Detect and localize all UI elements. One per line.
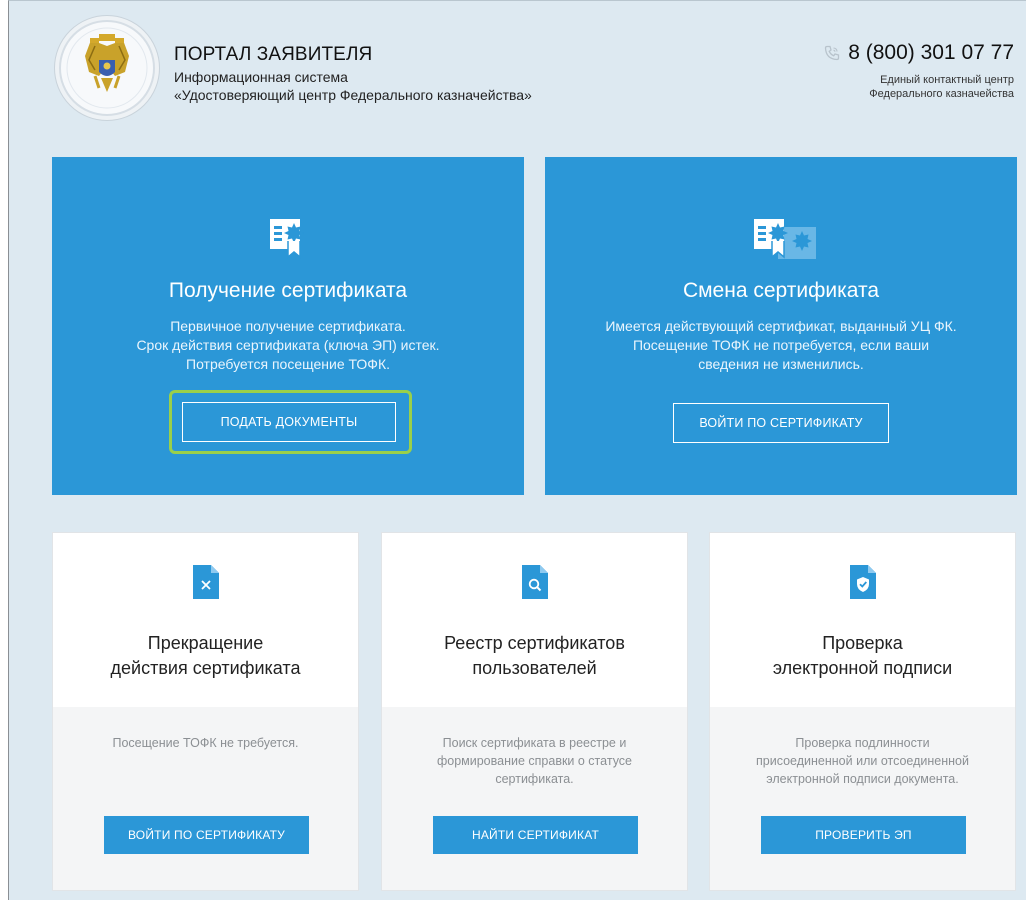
title-line: пользователей (472, 658, 597, 678)
contact-center-label: Единый контактный центр (880, 74, 1014, 86)
description-line: Поиск сертификата в реестре и (442, 736, 627, 750)
title-line: электронной подписи (772, 658, 953, 678)
contact-block: 8 (800) 301 07 77 Единый контактный цент… (824, 41, 1014, 101)
find-certificate-button[interactable]: НАЙТИ СЕРТИФИКАТ (433, 816, 638, 854)
description-line: формирование справки о статусе (436, 754, 633, 768)
revoke-certificate-description: Посещение ТОФК не требуется. (67, 734, 344, 752)
portal-title: ПОРТАЛ ЗАЯВИТЕЛЯ (174, 44, 373, 65)
description-line: Срок действия сертификата (ключа ЭП) ист… (136, 337, 440, 353)
verify-signature-description: Проверка подлинности присоединенной или … (724, 734, 1001, 788)
description-line: Потребуется посещение ТОФК. (186, 356, 390, 372)
revoke-certificate-title: Прекращение действия сертификата (53, 631, 358, 681)
description-line: Посещение ТОФК не потребуется, если ваши (632, 337, 930, 353)
obtain-certificate-description: Первичное получение сертификата. Срок де… (72, 317, 504, 374)
phone-icon (824, 45, 840, 61)
verify-signature-title: Проверка электронной подписи (710, 631, 1015, 681)
title-line: Реестр сертификатов (444, 633, 625, 653)
change-certificate-description: Имеется действующий сертификат, выданный… (565, 317, 997, 374)
description-line: Первичное получение сертификата. (170, 318, 406, 334)
change-certificate-card: Смена сертификата Имеется действующий се… (545, 157, 1017, 495)
description-line: электронной подписи документа. (766, 772, 959, 786)
description-line: Имеется действующий сертификат, выданный… (605, 318, 957, 334)
verify-signature-button[interactable]: ПРОВЕРИТЬ ЭП (761, 816, 966, 854)
phone-line[interactable]: 8 (800) 301 07 77 (824, 41, 1014, 65)
certificate-registry-title: Реестр сертификатов пользователей (382, 631, 687, 681)
obtain-certificate-title: Получение сертификата (168, 279, 408, 302)
login-by-certificate-button[interactable]: ВОЙТИ ПО СЕРТИФИКАТУ (104, 816, 309, 854)
description-line: Проверка подлинности (795, 736, 930, 750)
description-line: сертификата. (495, 772, 574, 786)
login-by-certificate-button[interactable]: ВОЙТИ ПО СЕРТИФИКАТУ (673, 403, 889, 443)
description-line: Посещение ТОФК не требуется. (112, 736, 299, 750)
portal-subtitle: Информационная система (174, 69, 348, 85)
certificate-registry-card: Реестр сертификатов пользователей Поиск … (381, 532, 688, 891)
certificate-change-icon (545, 217, 1017, 265)
verify-signature-card: Проверка электронной подписи Проверка по… (709, 532, 1016, 891)
file-shield-icon (710, 565, 1015, 599)
title-line: действия сертификата (110, 658, 301, 678)
certificate-icon (52, 217, 524, 259)
description-line: сведения не изменились. (698, 356, 864, 372)
revoke-certificate-card: Прекращение действия сертификата Посещен… (52, 532, 359, 891)
file-cancel-icon (53, 565, 358, 599)
certificate-registry-description: Поиск сертификата в реестре и формирован… (396, 734, 673, 788)
submit-documents-button[interactable]: ПОДАТЬ ДОКУМЕНТЫ (182, 402, 396, 442)
change-certificate-title: Смена сертификата (682, 279, 880, 302)
file-search-icon (382, 565, 687, 599)
phone-number[interactable]: 8 (800) 301 07 77 (848, 41, 1014, 65)
portal-subtitle-org: «Удостоверяющий центр Федерального казна… (174, 87, 532, 103)
obtain-certificate-card: Получение сертификата Первичное получени… (52, 157, 524, 495)
treasury-emblem-icon[interactable] (54, 15, 160, 121)
title-line: Проверка (822, 633, 903, 653)
description-line: присоединенной или отсоединенной (756, 754, 969, 768)
contact-center-org: Федерального казначейства (869, 88, 1014, 100)
title-line: Прекращение (147, 633, 264, 653)
portal-page: ПОРТАЛ ЗАЯВИТЕЛЯ Информационная система … (8, 0, 1026, 900)
